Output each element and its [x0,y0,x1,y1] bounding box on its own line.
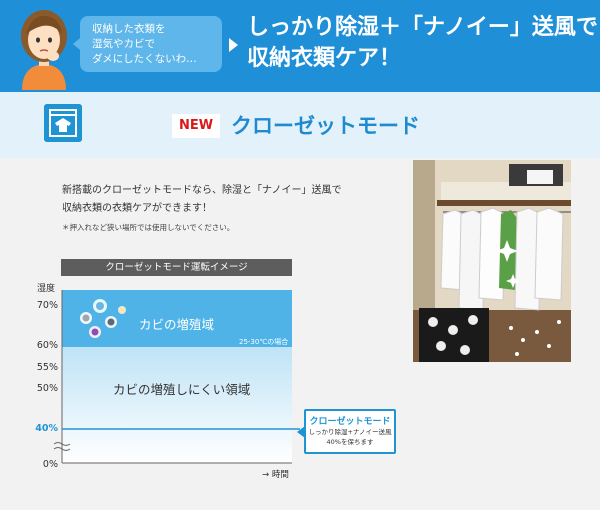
closet-mode-callout: クローゼットモード しっかり除湿+ナノイー送風 40%を保ちます [297,409,396,454]
closet-mode-feature-page: 収納した衣類を 湿気やカビで ダメにしたくないわ… しっかり除湿＋「ナノイー」送… [0,0,600,510]
y-tick-label: 60% [36,340,58,351]
mold-zone-label: カビの増殖域 [139,317,215,332]
y-tick-label-highlight: 40% [35,423,58,434]
y-tick-label: 0% [42,459,58,470]
y-tick-label: 70% [36,300,58,311]
callout-line: しっかり除湿+ナノイー送風 [308,428,392,436]
temperature-note: 25-30℃の場合 [239,338,289,346]
y-tick-label: 50% [36,383,58,394]
x-axis-label: → 時間 [262,470,289,480]
callout-line: 40%を保ちます [326,438,374,446]
safe-zone-area [62,347,292,463]
y-tick-label: 55% [36,362,58,373]
safe-zone-label: カビの増殖しにくい領域 [113,382,251,397]
callout-title: クローゼットモード [309,417,391,427]
